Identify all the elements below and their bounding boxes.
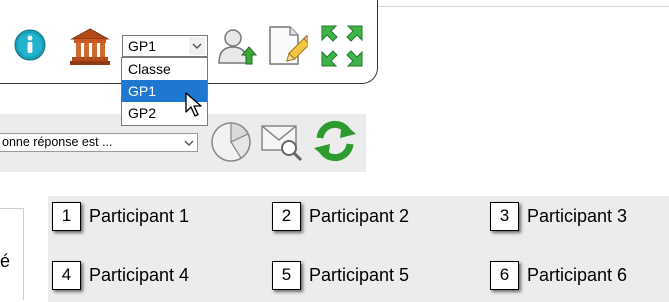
document-edit-icon[interactable] [266, 24, 308, 68]
participant-number: 5 [272, 260, 301, 290]
participant-card[interactable]: 5 Participant 5 [272, 257, 409, 293]
dropdown-option-classe[interactable]: Classe [122, 58, 207, 80]
top-divider [378, 6, 669, 7]
participant-name: Participant 1 [89, 205, 190, 226]
pie-chart-icon[interactable] [208, 120, 254, 164]
participant-name: Participant 2 [309, 205, 410, 226]
participant-number: 3 [490, 201, 519, 231]
participant-card[interactable]: 1 Participant 1 [52, 198, 189, 234]
group-select[interactable]: GP1 [122, 35, 208, 57]
participant-number: 1 [52, 201, 81, 231]
user-upload-icon[interactable] [216, 27, 258, 67]
participant-number: 6 [490, 260, 519, 290]
mouse-cursor-icon [185, 92, 202, 117]
chevron-down-icon [189, 37, 205, 55]
group-select-value: GP1 [128, 38, 157, 54]
mail-search-icon[interactable] [260, 118, 304, 162]
participant-number: 4 [52, 260, 81, 290]
bank-icon[interactable] [70, 27, 110, 65]
participant-name: Participant 6 [527, 264, 628, 285]
fullscreen-icon[interactable] [320, 24, 364, 68]
answer-select[interactable]: onne réponse est ... [0, 133, 198, 152]
participant-card[interactable]: 4 Participant 4 [52, 257, 189, 293]
participants-grid: 1 Participant 1 2 Participant 2 3 Partic… [48, 196, 669, 302]
participant-name: Participant 3 [527, 205, 628, 226]
answer-select-value: onne réponse est ... [2, 135, 113, 149]
participant-name: Participant 4 [89, 264, 190, 285]
refresh-icon[interactable] [312, 118, 358, 164]
participant-card[interactable]: 3 Participant 3 [490, 198, 627, 234]
chevron-down-icon [182, 135, 196, 150]
participant-card[interactable]: 6 Participant 6 [490, 257, 627, 293]
side-panel-text: é [0, 251, 11, 271]
participant-number: 2 [272, 201, 301, 231]
participant-card[interactable]: 2 Participant 2 [272, 198, 409, 234]
info-icon[interactable] [14, 29, 46, 61]
participant-name: Participant 5 [309, 264, 410, 285]
